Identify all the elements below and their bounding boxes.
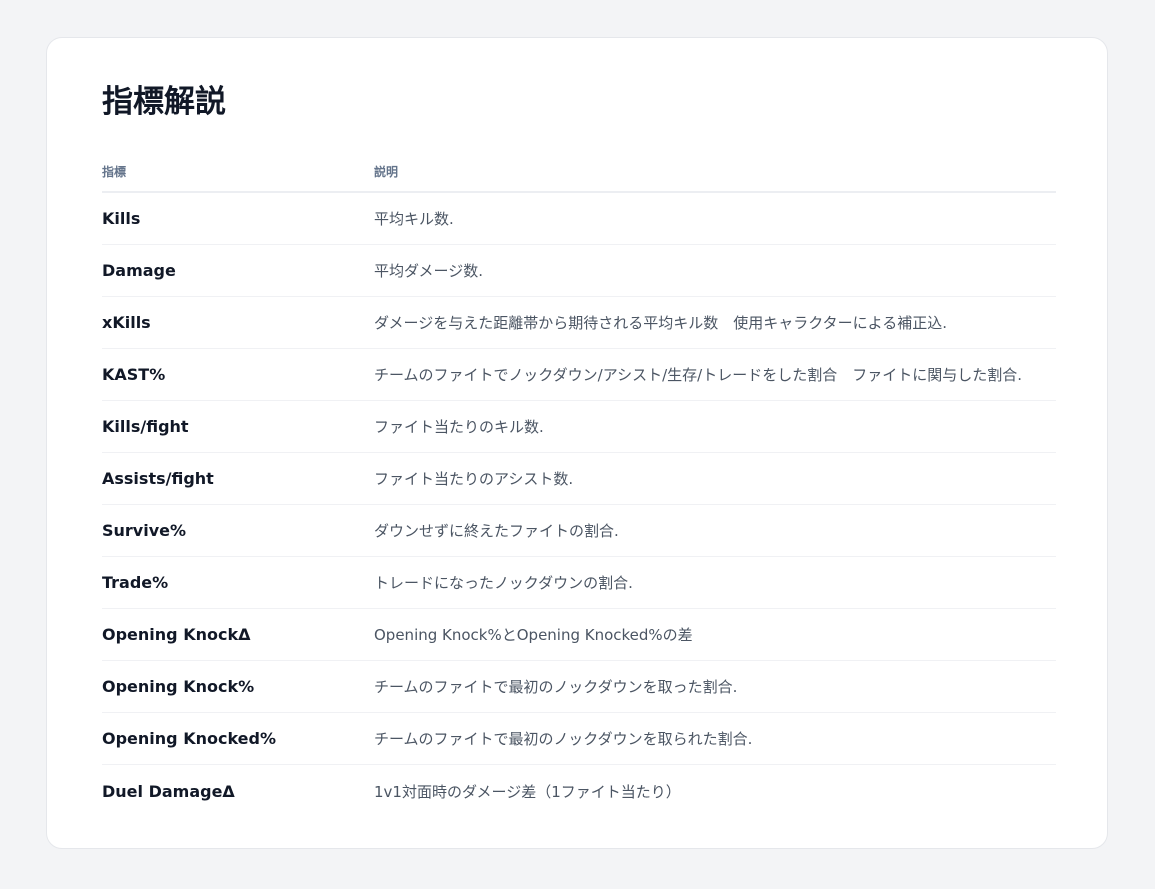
metric-description: 平均ダメージ数. (374, 262, 484, 280)
table-row: xKills ダメージを与えた距離帯から期待される平均キル数 使用キャラクターに… (102, 297, 1056, 349)
metric-description: ファイト当たりのキル数. (374, 418, 544, 436)
table-row: Opening KnockΔ Opening Knock%とOpening Kn… (102, 609, 1056, 661)
table-row: KAST% チームのファイトでノックダウン/アシスト/生存/トレードをした割合 … (102, 349, 1056, 401)
table-row: Opening Knocked% チームのファイトで最初のノックダウンを取られた… (102, 713, 1056, 765)
metric-description: 1v1対面時のダメージ差（1ファイト当たり） (374, 782, 681, 801)
metric-name: Duel DamageΔ (102, 781, 235, 801)
metric-name: Opening Knocked% (102, 729, 277, 748)
table-row: Damage 平均ダメージ数. (102, 245, 1056, 297)
metrics-table: 指標 説明 Kills 平均キル数. Damage 平均ダメージ数. xKill… (102, 151, 1056, 817)
column-header-metric: 指標 (102, 164, 127, 179)
table-row: Opening Knock% チームのファイトで最初のノックダウンを取った割合. (102, 661, 1056, 713)
page-title: 指標解説 (102, 84, 226, 120)
column-header-description: 説明 (374, 164, 399, 179)
metric-description: ファイト当たりのアシスト数. (374, 470, 574, 488)
table-row: Duel DamageΔ 1v1対面時のダメージ差（1ファイト当たり） (102, 765, 1056, 817)
metric-name: Assists/fight (102, 469, 214, 488)
table-row: Kills/fight ファイト当たりのキル数. (102, 401, 1056, 453)
metric-description: チームのファイトで最初のノックダウンを取られた割合. (374, 730, 753, 748)
metric-description: Opening Knock%とOpening Knocked%の差 (374, 626, 693, 644)
metric-name: Opening KnockΔ (102, 625, 251, 644)
metric-name: Damage (102, 261, 176, 280)
metric-description: ダウンせずに終えたファイトの割合. (374, 522, 619, 540)
table-header: 指標 説明 (102, 151, 1056, 193)
metric-description: トレードになったノックダウンの割合. (374, 574, 633, 592)
metric-description: ダメージを与えた距離帯から期待される平均キル数 使用キャラクターによる補正込. (374, 314, 947, 332)
metric-description: 平均キル数. (374, 210, 454, 228)
table-row: Survive% ダウンせずに終えたファイトの割合. (102, 505, 1056, 557)
metrics-card: 指標解説 指標 説明 Kills 平均キル数. Damage 平均ダメージ数. … (46, 37, 1108, 849)
table-row: Kills 平均キル数. (102, 193, 1056, 245)
metric-description: チームのファイトでノックダウン/アシスト/生存/トレードをした割合 ファイトに関… (374, 366, 1022, 384)
metric-name: xKills (102, 313, 151, 332)
metric-name: Opening Knock% (102, 677, 255, 696)
metric-name: KAST% (102, 365, 166, 384)
metric-name: Survive% (102, 521, 187, 540)
metric-name: Kills/fight (102, 417, 189, 436)
metric-description: チームのファイトで最初のノックダウンを取った割合. (374, 678, 738, 696)
metric-name: Trade% (102, 573, 169, 592)
table-row: Assists/fight ファイト当たりのアシスト数. (102, 453, 1056, 505)
table-row: Trade% トレードになったノックダウンの割合. (102, 557, 1056, 609)
metric-name: Kills (102, 209, 141, 228)
